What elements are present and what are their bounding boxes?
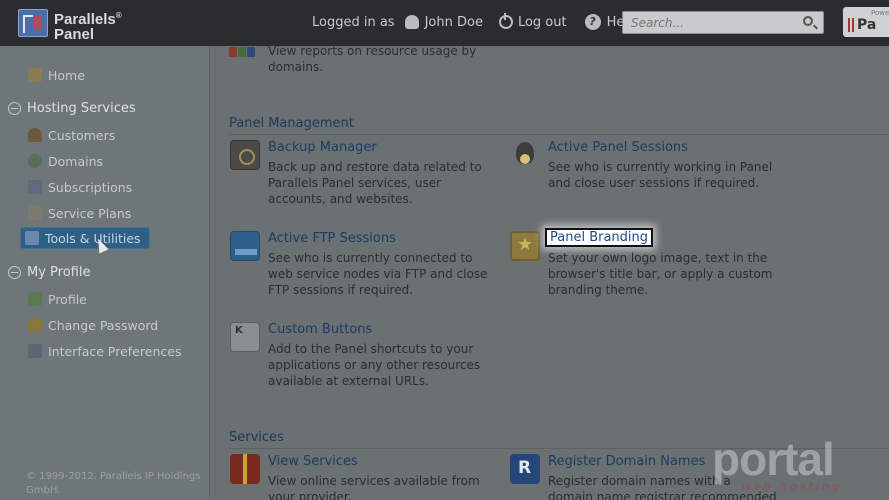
tools-icon xyxy=(25,231,39,245)
tile-description: Back up and restore data related to Para… xyxy=(268,160,482,206)
top-bar: Parallels® Panel Logged in as John Doe L… xyxy=(0,0,889,46)
tile-title-link[interactable]: Active FTP Sessions xyxy=(268,231,396,246)
copyright-footer: © 1999-2012. Parallels IP Holdings GmbH. xyxy=(26,470,200,498)
section-title-services: Services xyxy=(229,430,284,445)
safe-icon xyxy=(230,140,260,170)
sidebar: Home Hosting Services Customers Domains … xyxy=(0,46,210,500)
key-icon xyxy=(28,318,42,332)
watermark-subtitle: web hosting xyxy=(742,480,842,493)
parallels-logo-icon[interactable] xyxy=(18,9,48,37)
parallels-bars-icon xyxy=(848,18,854,32)
search-icon[interactable] xyxy=(803,16,813,26)
ftp-icon xyxy=(230,231,260,261)
home-icon xyxy=(28,68,42,82)
watermark-logo: portal xyxy=(712,433,835,485)
sidebar-item-label: Subscriptions xyxy=(48,179,133,195)
collapse-icon[interactable] xyxy=(8,102,21,115)
logo-text-line2: Panel xyxy=(54,26,95,43)
logout-link[interactable]: Log out xyxy=(518,15,567,30)
logged-in-label: Logged in as xyxy=(312,14,395,30)
sidebar-item-label: Interface Preferences xyxy=(48,343,182,359)
tile-title-link[interactable]: Backup Manager xyxy=(268,140,377,155)
reports-desc-line1: View reports on resource usage by xyxy=(268,44,477,58)
tile-description: See who is currently working in Panel an… xyxy=(548,160,773,190)
tile-title-link[interactable]: Register Domain Names xyxy=(548,454,705,469)
reports-desc-line2: domains. xyxy=(268,60,324,74)
tile-title-link[interactable]: Active Panel Sessions xyxy=(548,140,688,155)
powered-by-badge: Powe Pa xyxy=(843,7,889,37)
sidebar-item-service-plans[interactable]: Service Plans xyxy=(28,204,131,222)
sidebar-item-label: Change Password xyxy=(48,317,159,333)
powered-by-text: Powe xyxy=(871,9,889,17)
subscription-icon xyxy=(28,180,42,194)
tile-title-link[interactable]: Custom Buttons xyxy=(268,322,372,337)
user-icon xyxy=(404,15,419,29)
sidebar-item-label: Service Plans xyxy=(48,205,132,221)
star-badge-icon xyxy=(510,231,540,261)
sidebar-item-label: Domains xyxy=(48,153,104,169)
tile-title-link[interactable]: View Services xyxy=(268,454,358,469)
registered-icon xyxy=(510,454,540,484)
sidebar-item-home[interactable]: Home xyxy=(28,66,85,84)
copyright-line2: GmbH. xyxy=(26,485,61,496)
powered-brand-text: Pa xyxy=(857,17,877,33)
sidebar-section-label: Hosting Services xyxy=(27,101,136,116)
globe-icon xyxy=(28,154,42,168)
user-name-link[interactable]: John Doe xyxy=(425,15,483,30)
sidebar-item-label: Home xyxy=(48,67,85,83)
reports-partial-description: View reports on resource usage by domain… xyxy=(268,43,476,75)
logo-reg-mark: ® xyxy=(115,11,122,20)
copyright-line1: © 1999-2012. Parallels IP Holdings xyxy=(26,471,201,482)
tile-description: View online services available from your… xyxy=(268,474,480,500)
keyboard-key-icon xyxy=(230,322,260,352)
section-divider xyxy=(229,134,889,135)
logo-text[interactable]: Parallels® Panel xyxy=(54,8,122,42)
collapse-icon[interactable] xyxy=(8,266,21,279)
sidebar-item-label: Customers xyxy=(48,127,116,143)
sidebar-item-change-password[interactable]: Change Password xyxy=(28,316,158,334)
tile-title-link[interactable]: Panel Branding xyxy=(545,228,654,247)
search-box xyxy=(622,11,824,34)
sidebar-item-tools-utilities[interactable]: Tools & Utilities xyxy=(20,227,150,249)
sidebar-item-subscriptions[interactable]: Subscriptions xyxy=(28,178,132,196)
help-icon[interactable]: ? xyxy=(584,14,601,30)
tile-description: Set your own logo image, text in the bro… xyxy=(548,251,773,297)
sidebar-item-interface-preferences[interactable]: Interface Preferences xyxy=(28,342,181,360)
tile-description: Add to the Panel shortcuts to your appli… xyxy=(268,342,481,388)
sidebar-section-my-profile[interactable]: My Profile xyxy=(8,265,90,280)
reports-icon xyxy=(229,46,261,57)
section-title-panel-management: Panel Management xyxy=(229,116,354,131)
sidebar-item-customers[interactable]: Customers xyxy=(28,126,115,144)
sidebar-item-profile[interactable]: Profile xyxy=(28,290,87,308)
tile-description: See who is currently connected to web se… xyxy=(268,251,488,297)
sidebar-item-label: Tools & Utilities xyxy=(45,230,141,246)
preferences-icon xyxy=(28,344,42,358)
logout-icon[interactable] xyxy=(498,13,513,29)
gift-box-icon xyxy=(230,454,260,484)
user-session-icon xyxy=(510,140,540,170)
sidebar-item-label: Profile xyxy=(48,291,87,307)
search-input[interactable] xyxy=(623,12,793,33)
service-plan-icon xyxy=(28,206,42,220)
profile-card-icon xyxy=(28,292,42,306)
sidebar-section-hosting-services[interactable]: Hosting Services xyxy=(8,101,136,116)
sidebar-section-label: My Profile xyxy=(27,265,91,280)
user-area: Logged in as John Doe Log out ? Help xyxy=(312,13,642,30)
sidebar-item-domains[interactable]: Domains xyxy=(28,152,103,170)
customer-icon xyxy=(28,128,42,142)
